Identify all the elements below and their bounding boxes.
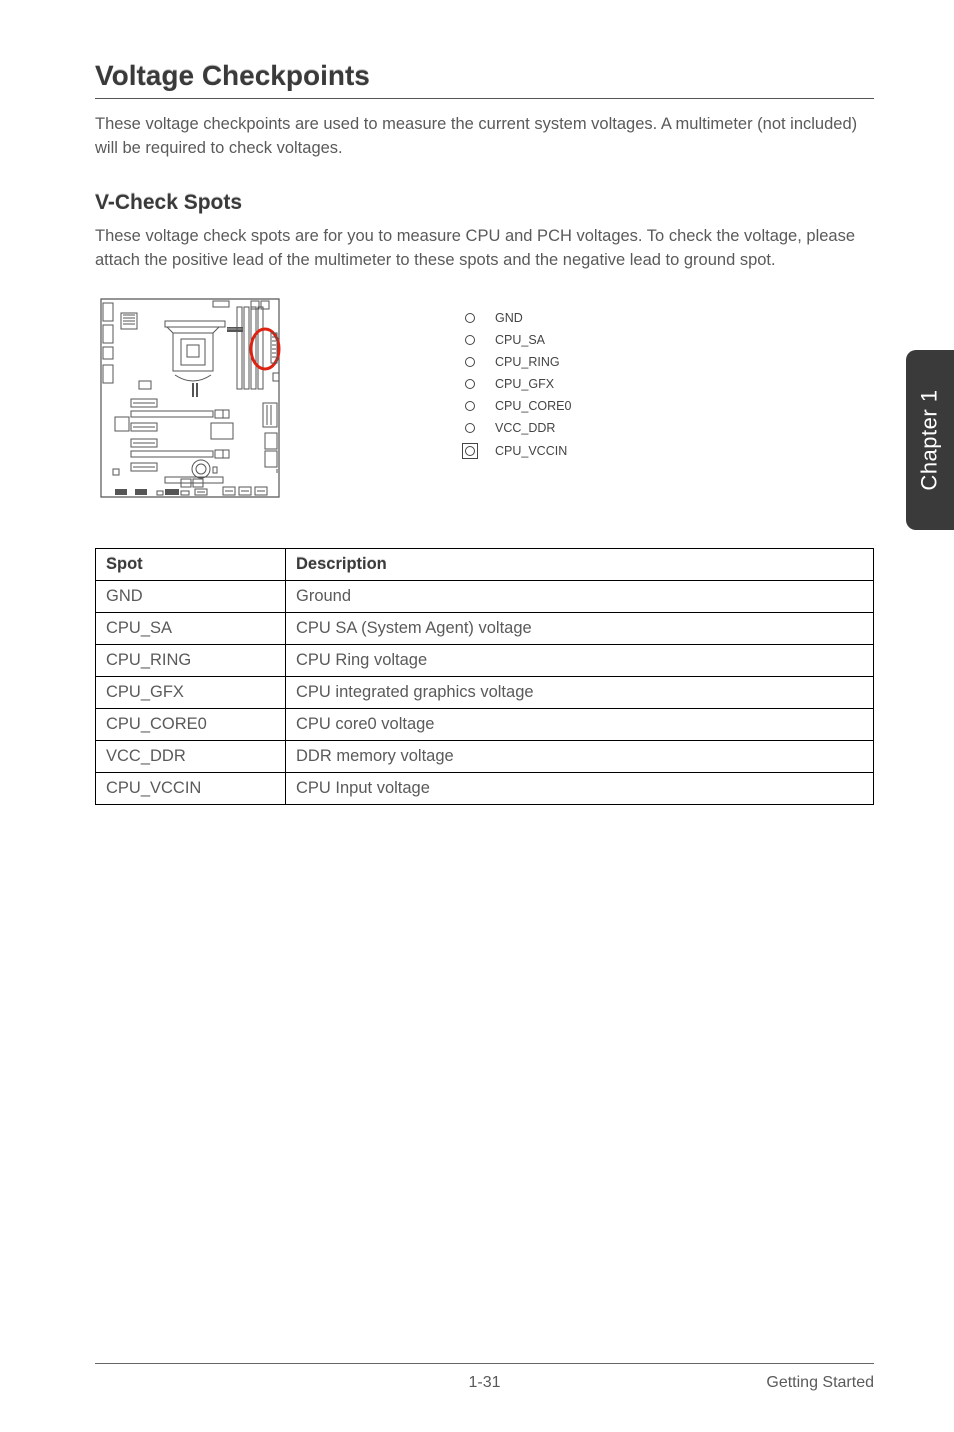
table-header-description: Description	[286, 548, 874, 580]
table-row: CPU_SA CPU SA (System Agent) voltage	[96, 612, 874, 644]
circle-icon	[465, 379, 475, 389]
footer-section: Getting Started	[766, 1374, 874, 1392]
subsection-intro: These voltage check spots are for you to…	[95, 225, 874, 273]
legend-row: CPU_SA	[465, 333, 571, 347]
circle-icon	[465, 423, 475, 433]
cell-desc: CPU core0 voltage	[286, 708, 874, 740]
table-row: CPU_CORE0 CPU core0 voltage	[96, 708, 874, 740]
table-row: CPU_VCCIN CPU Input voltage	[96, 772, 874, 804]
legend-row: CPU_GFX	[465, 377, 571, 391]
cell-spot: CPU_RING	[96, 644, 286, 676]
cell-spot: CPU_CORE0	[96, 708, 286, 740]
cell-desc: DDR memory voltage	[286, 740, 874, 772]
legend-row: CPU_CORE0	[465, 399, 571, 413]
footer-page-number: 1-31	[468, 1374, 500, 1392]
cell-spot: CPU_GFX	[96, 676, 286, 708]
table-row: CPU_GFX CPU integrated graphics voltage	[96, 676, 874, 708]
legend-row: CPU_VCCIN	[465, 443, 571, 459]
cell-desc: CPU integrated graphics voltage	[286, 676, 874, 708]
table-row: GND Ground	[96, 580, 874, 612]
cell-desc: CPU Ring voltage	[286, 644, 874, 676]
circle-icon	[465, 401, 475, 411]
legend-row: GND	[465, 311, 571, 325]
legend-label: CPU_SA	[495, 333, 545, 347]
voltage-spot-legend: GND CPU_SA CPU_RING CPU_GFX CPU_CORE0 VC…	[465, 293, 571, 467]
table-header-spot: Spot	[96, 548, 286, 580]
cell-spot: GND	[96, 580, 286, 612]
legend-label: CPU_RING	[495, 355, 560, 369]
cell-desc: CPU Input voltage	[286, 772, 874, 804]
cell-desc: CPU SA (System Agent) voltage	[286, 612, 874, 644]
circle-icon	[465, 335, 475, 345]
voltage-spot-table: Spot Description GND Ground CPU_SA CPU S…	[95, 548, 874, 805]
page-heading: Voltage Checkpoints	[95, 60, 874, 99]
boxed-circle-icon	[462, 443, 478, 459]
legend-row: VCC_DDR	[465, 421, 571, 435]
motherboard-diagram	[95, 293, 285, 503]
legend-label: GND	[495, 311, 523, 325]
cell-spot: VCC_DDR	[96, 740, 286, 772]
intro-text: These voltage checkpoints are used to me…	[95, 113, 874, 161]
legend-row: CPU_RING	[465, 355, 571, 369]
subsection-heading: V-Check Spots	[95, 191, 874, 215]
cell-spot: CPU_VCCIN	[96, 772, 286, 804]
table-row: VCC_DDR DDR memory voltage	[96, 740, 874, 772]
figure-row: GND CPU_SA CPU_RING CPU_GFX CPU_CORE0 VC…	[95, 293, 874, 503]
cell-desc: Ground	[286, 580, 874, 612]
chapter-side-tab: Chapter 1	[906, 350, 954, 530]
chapter-label: Chapter 1	[917, 389, 943, 490]
legend-label: CPU_VCCIN	[495, 444, 567, 458]
circle-icon	[465, 357, 475, 367]
legend-label: CPU_GFX	[495, 377, 554, 391]
circle-icon	[465, 313, 475, 323]
page-footer: 1-31 Getting Started	[95, 1363, 874, 1392]
legend-label: VCC_DDR	[495, 421, 555, 435]
cell-spot: CPU_SA	[96, 612, 286, 644]
table-row: CPU_RING CPU Ring voltage	[96, 644, 874, 676]
legend-label: CPU_CORE0	[495, 399, 571, 413]
